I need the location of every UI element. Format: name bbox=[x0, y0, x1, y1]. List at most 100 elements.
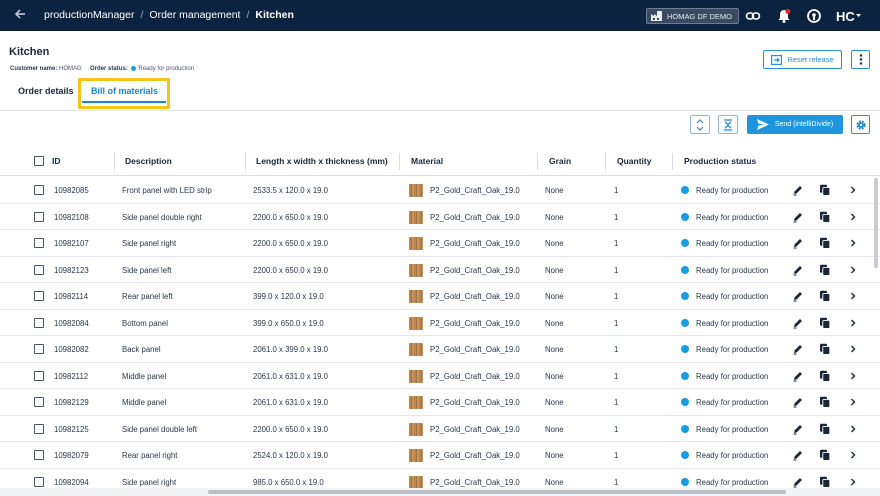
row-checkbox[interactable] bbox=[34, 264, 44, 275]
cell-id: 10982094 bbox=[54, 477, 89, 487]
chevron-right-icon[interactable] bbox=[847, 476, 859, 488]
table-settings-button[interactable] bbox=[851, 115, 870, 134]
environment-selector[interactable]: HOMAG DF DEMO bbox=[646, 8, 739, 24]
cell-id: 10982084 bbox=[54, 318, 89, 328]
row-checkbox[interactable] bbox=[34, 450, 44, 460]
column-header-id[interactable]: ID bbox=[52, 156, 61, 166]
copy-icon[interactable] bbox=[819, 396, 831, 408]
edit-pencil-icon[interactable] bbox=[792, 370, 804, 382]
expand-vertical-icon bbox=[696, 118, 704, 131]
link-icon[interactable] bbox=[745, 8, 761, 24]
table-row[interactable]: 10982084 Bottom panel 399.0 x 650.0 x 19.0… bbox=[0, 310, 880, 336]
copy-icon[interactable] bbox=[819, 317, 831, 329]
copy-icon[interactable] bbox=[819, 184, 831, 196]
user-menu-icon[interactable]: HC bbox=[836, 8, 862, 24]
select-all-checkbox[interactable] bbox=[34, 156, 44, 166]
row-checkbox[interactable] bbox=[34, 397, 44, 407]
expand-all-button[interactable] bbox=[690, 115, 710, 134]
column-header-grain[interactable]: Grain bbox=[549, 156, 571, 166]
chevron-right-icon[interactable] bbox=[847, 370, 859, 382]
edit-pencil-icon[interactable] bbox=[792, 423, 804, 435]
edit-pencil-icon[interactable] bbox=[792, 264, 804, 276]
horizontal-scrollbar-thumb[interactable] bbox=[208, 490, 786, 494]
chevron-right-icon[interactable] bbox=[847, 290, 859, 302]
row-checkbox[interactable] bbox=[34, 238, 44, 248]
notifications-icon[interactable] bbox=[776, 8, 792, 24]
table-row[interactable]: 10982123 Side panel left 2200.0 x 650.0 x … bbox=[0, 257, 880, 283]
table-row[interactable]: 10982082 Back panel 2061.0 x 399.0 x 19.0 P… bbox=[0, 336, 880, 363]
support-icon[interactable] bbox=[806, 8, 822, 24]
chevron-right-icon[interactable] bbox=[847, 184, 859, 196]
cell-material: P2_Gold_Craft_Oak_19.0 bbox=[430, 186, 520, 195]
collapse-all-button[interactable] bbox=[718, 115, 738, 134]
copy-icon[interactable] bbox=[819, 370, 831, 382]
column-header-production-status[interactable]: Production status bbox=[684, 156, 756, 166]
row-checkbox[interactable] bbox=[34, 344, 44, 354]
table-row[interactable]: 10982125 Side panel double left 2200.0 x 6… bbox=[0, 416, 880, 442]
edit-pencil-icon[interactable] bbox=[792, 184, 804, 196]
cell-quantity: 1 bbox=[614, 477, 619, 487]
row-checkbox[interactable] bbox=[34, 185, 44, 195]
more-options-button[interactable] bbox=[851, 50, 870, 69]
chevron-right-icon[interactable] bbox=[847, 237, 859, 249]
row-checkbox[interactable] bbox=[34, 370, 44, 381]
row-checkbox[interactable] bbox=[34, 423, 44, 434]
table-row[interactable]: 10982085 Front panel with LED strip 2533.5… bbox=[0, 177, 880, 204]
row-checkbox[interactable] bbox=[34, 476, 44, 487]
breadcrumb-item-app[interactable]: productionManager bbox=[44, 9, 134, 21]
horizontal-scrollbar[interactable] bbox=[0, 488, 880, 496]
cell-quantity: 1 bbox=[614, 451, 619, 460]
edit-pencil-icon[interactable] bbox=[792, 317, 804, 329]
cell-production-status: Ready for production bbox=[696, 371, 769, 381]
vertical-scrollbar[interactable] bbox=[873, 148, 880, 488]
edit-pencil-icon[interactable] bbox=[792, 290, 804, 302]
column-divider bbox=[114, 153, 115, 170]
breadcrumb: productionManager / Order management / K… bbox=[44, 9, 294, 21]
cell-production-status: Ready for production bbox=[696, 477, 769, 487]
copy-icon[interactable] bbox=[819, 343, 831, 355]
table-row[interactable]: 10982129 Middle panel 2061.0 x 631.0 x 19.… bbox=[0, 389, 880, 416]
edit-pencil-icon[interactable] bbox=[792, 396, 804, 408]
copy-icon[interactable] bbox=[819, 423, 831, 435]
breadcrumb-separator: / bbox=[140, 9, 144, 21]
chevron-right-icon[interactable] bbox=[847, 317, 859, 329]
edit-pencil-icon[interactable] bbox=[792, 476, 804, 488]
table-row[interactable]: 10982094 Side panel right 985.0 x 650.0 x … bbox=[0, 469, 880, 488]
column-header-description[interactable]: Description bbox=[125, 156, 172, 166]
material-swatch-icon bbox=[409, 449, 423, 462]
chevron-right-icon[interactable] bbox=[847, 423, 859, 435]
copy-icon[interactable] bbox=[819, 237, 831, 249]
tab-bill-of-materials[interactable]: Bill of materials bbox=[91, 86, 158, 96]
table-row[interactable]: 10982114 Rear panel left 399.0 x 120.0 x 1… bbox=[0, 283, 880, 310]
tab-order-details[interactable]: Order details bbox=[18, 86, 74, 96]
copy-icon[interactable] bbox=[819, 449, 831, 461]
back-arrow-icon[interactable] bbox=[12, 7, 28, 23]
chevron-right-icon[interactable] bbox=[847, 211, 859, 223]
chevron-right-icon[interactable] bbox=[847, 449, 859, 461]
column-header-quantity[interactable]: Quantity bbox=[617, 156, 651, 166]
column-header-material[interactable]: Material bbox=[411, 156, 443, 166]
row-checkbox[interactable] bbox=[34, 291, 44, 301]
vertical-scrollbar-thumb[interactable] bbox=[874, 178, 878, 268]
copy-icon[interactable] bbox=[819, 264, 831, 276]
chevron-right-icon[interactable] bbox=[847, 396, 859, 408]
copy-icon[interactable] bbox=[819, 476, 831, 488]
chevron-right-icon[interactable] bbox=[847, 264, 859, 276]
table-row[interactable]: 10982079 Rear panel right 2524.0 x 120.0 x… bbox=[0, 442, 880, 469]
table-row[interactable]: 10982108 Side panel double right 2200.0 x … bbox=[0, 204, 880, 230]
column-header-dimensions[interactable]: Length x width x thickness (mm) bbox=[256, 156, 388, 166]
copy-icon[interactable] bbox=[819, 211, 831, 223]
table-row[interactable]: 10982112 Middle panel 2061.0 x 631.0 x 19.… bbox=[0, 363, 880, 389]
edit-pencil-icon[interactable] bbox=[792, 211, 804, 223]
send-button[interactable]: Send (intelliDivide) bbox=[747, 115, 843, 134]
reset-release-button[interactable]: Reset release bbox=[763, 50, 842, 69]
copy-icon[interactable] bbox=[819, 290, 831, 302]
edit-pencil-icon[interactable] bbox=[792, 343, 804, 355]
edit-pencil-icon[interactable] bbox=[792, 449, 804, 461]
row-checkbox[interactable] bbox=[34, 317, 44, 328]
breadcrumb-item-order-management[interactable]: Order management bbox=[149, 9, 240, 21]
table-row[interactable]: 10982107 Side panel right 2200.0 x 650.0 x… bbox=[0, 230, 880, 257]
row-checkbox[interactable] bbox=[34, 211, 44, 222]
chevron-right-icon[interactable] bbox=[847, 343, 859, 355]
edit-pencil-icon[interactable] bbox=[792, 237, 804, 249]
